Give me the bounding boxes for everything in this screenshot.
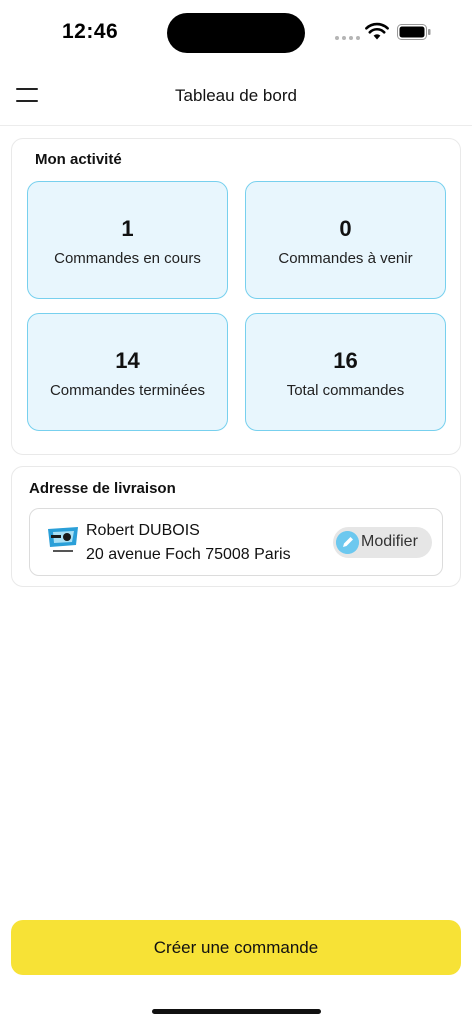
create-order-label: Créer une commande [153,938,319,957]
status-time: 12:46 [62,20,119,43]
page-title: Tableau de bord [175,86,297,105]
stat-orders-in-progress[interactable]: 1 Commandes en cours [27,181,228,299]
activity-card: Mon activité 1 Commandes en cours 0 Comm… [11,138,461,455]
delivery-address-card: Adresse de livraison Robert DUBOIS 20 av… [11,466,461,587]
pencil-icon [336,531,359,554]
stat-label: Commandes terminées [49,382,206,399]
stat-label: Total commandes [286,382,405,399]
create-order-button[interactable]: Créer une commande [11,920,461,975]
home-indicator [152,1009,321,1014]
dynamic-island [167,13,305,53]
address-title: Adresse de livraison [29,480,176,497]
stat-value: 0 [339,216,352,241]
battery-icon [397,24,431,40]
edit-address-label: Modifier [361,533,418,550]
stat-value: 1 [121,216,134,241]
edit-address-button[interactable]: Modifier [333,527,432,558]
stat-label: Commandes à venir [278,250,413,267]
wifi-icon [365,22,389,40]
stat-value: 14 [115,348,140,373]
stat-orders-total[interactable]: 16 Total commandes [245,313,446,431]
activity-title: Mon activité [35,151,122,168]
stat-label: Commandes en cours [54,250,201,267]
cellular-signal-icon [335,36,360,40]
stat-orders-upcoming[interactable]: 0 Commandes à venir [245,181,446,299]
status-bar: 12:46 [0,0,472,64]
stat-value: 16 [333,348,358,373]
app-header: Tableau de bord [0,64,472,126]
customer-address: 20 avenue Foch 75008 Paris [86,546,291,563]
address-entry: Robert DUBOIS 20 avenue Foch 75008 Paris… [29,508,443,576]
stat-orders-completed[interactable]: 14 Commandes terminées [27,313,228,431]
customer-name: Robert DUBOIS [86,522,200,539]
company-logo-icon [45,523,81,557]
